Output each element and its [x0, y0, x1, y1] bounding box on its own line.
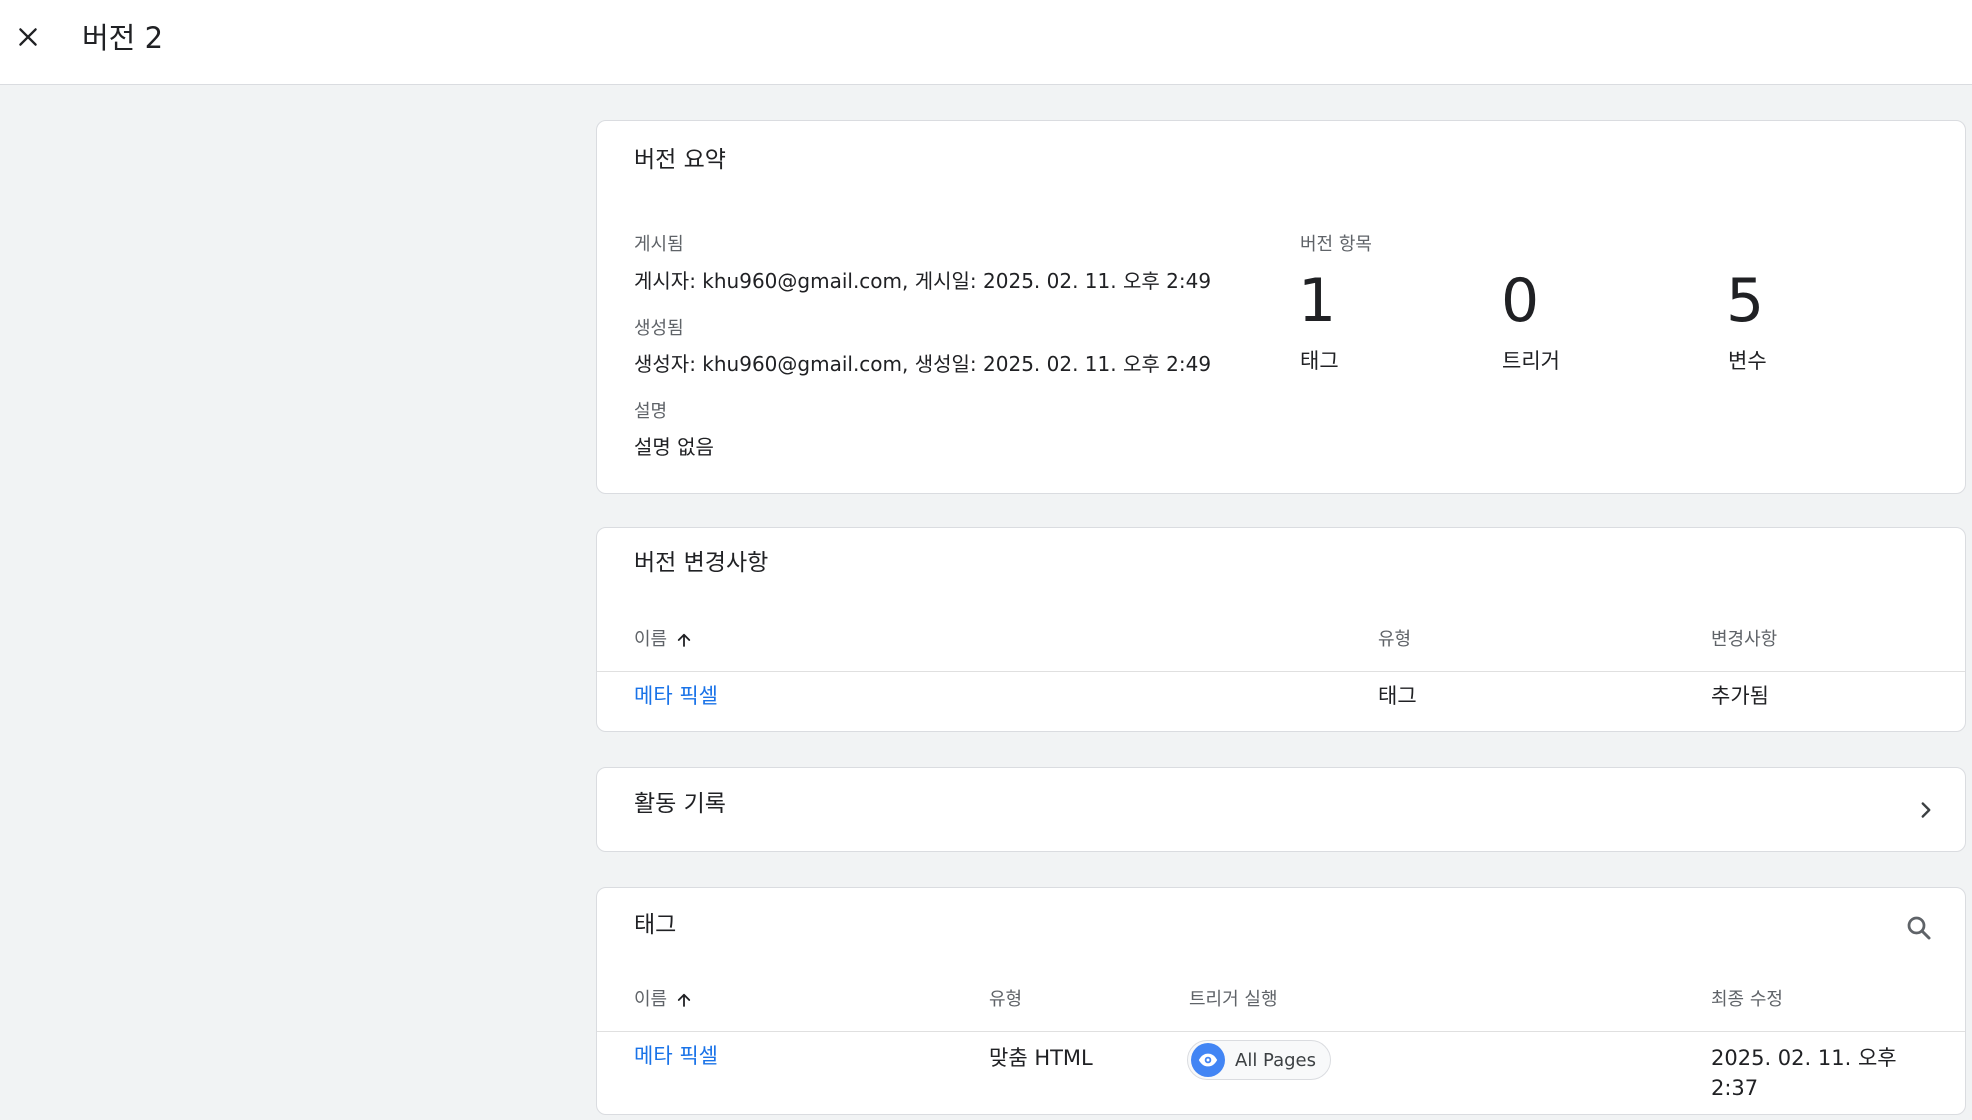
divider — [597, 1031, 1965, 1032]
version-items-label: 버전 항목 — [1300, 234, 1372, 255]
divider — [597, 671, 1965, 672]
eye-icon — [1191, 1043, 1225, 1077]
column-header-label: 이름 — [634, 629, 668, 650]
tag-modified-time: 2:37 — [1711, 1076, 1759, 1100]
tag-name-link[interactable]: 메타 픽셀 — [634, 1041, 718, 1071]
trigger-chip-label: All Pages — [1235, 1049, 1316, 1071]
published-value: 게시자: khu960@gmail.com, 게시일: 2025. 02. 11… — [634, 269, 1212, 293]
card-title: 버전 요약 — [634, 147, 726, 173]
card-title: 활동 기록 — [634, 791, 726, 817]
created-label: 생성됨 — [634, 318, 684, 339]
description-label: 설명 — [634, 401, 668, 422]
change-type: 태그 — [1378, 684, 1417, 708]
search-button[interactable] — [1899, 908, 1939, 948]
version-summary-card: 버전 요약 게시됨 게시자: khu960@gmail.com, 게시일: 20… — [596, 120, 1966, 494]
chevron-right-icon — [1921, 802, 1931, 818]
card-title: 태그 — [634, 912, 677, 938]
trigger-chip[interactable]: All Pages — [1187, 1040, 1331, 1080]
column-header-type: 유형 — [989, 989, 1023, 1010]
close-button[interactable] — [8, 17, 48, 57]
card-title: 버전 변경사항 — [634, 550, 769, 576]
tags-card: 태그 이름 유형 트리거 실행 최종 수정 메타 픽셀 맞춤 HTML All … — [596, 887, 1966, 1115]
change-status: 추가됨 — [1711, 684, 1769, 708]
variable-count: 5 — [1726, 266, 1765, 336]
arrow-up-icon — [677, 993, 691, 1007]
column-header-type: 유형 — [1378, 629, 1412, 650]
column-header-name[interactable]: 이름 — [634, 988, 693, 1012]
created-value: 생성자: khu960@gmail.com, 생성일: 2025. 02. 11… — [634, 352, 1212, 376]
version-changes-card: 버전 변경사항 이름 유형 변경사항 메타 픽셀 태그 추가됨 — [596, 527, 1966, 732]
change-name-link[interactable]: 메타 픽셀 — [634, 681, 718, 711]
column-header-label: 이름 — [634, 989, 668, 1010]
tag-count-label: 태그 — [1300, 349, 1339, 373]
top-bar: 버전 2 — [0, 0, 1972, 85]
activity-history-card[interactable]: 활동 기록 — [596, 767, 1966, 852]
trigger-count-label: 트리거 — [1502, 349, 1560, 373]
description-value: 설명 없음 — [634, 435, 714, 459]
tag-count: 1 — [1298, 266, 1337, 336]
published-label: 게시됨 — [634, 234, 684, 255]
column-header-change: 변경사항 — [1711, 629, 1778, 650]
tag-type: 맞춤 HTML — [989, 1046, 1093, 1070]
search-icon — [1907, 916, 1931, 940]
page-title: 버전 2 — [82, 21, 164, 55]
close-icon — [19, 28, 37, 46]
column-header-name[interactable]: 이름 — [634, 628, 693, 652]
column-header-modified: 최종 수정 — [1711, 989, 1783, 1010]
arrow-up-icon — [677, 633, 691, 647]
tag-modified-date: 2025. 02. 11. 오후 — [1711, 1046, 1897, 1070]
variable-count-label: 변수 — [1728, 349, 1767, 373]
column-header-trigger: 트리거 실행 — [1189, 989, 1278, 1010]
trigger-count: 0 — [1501, 266, 1540, 336]
